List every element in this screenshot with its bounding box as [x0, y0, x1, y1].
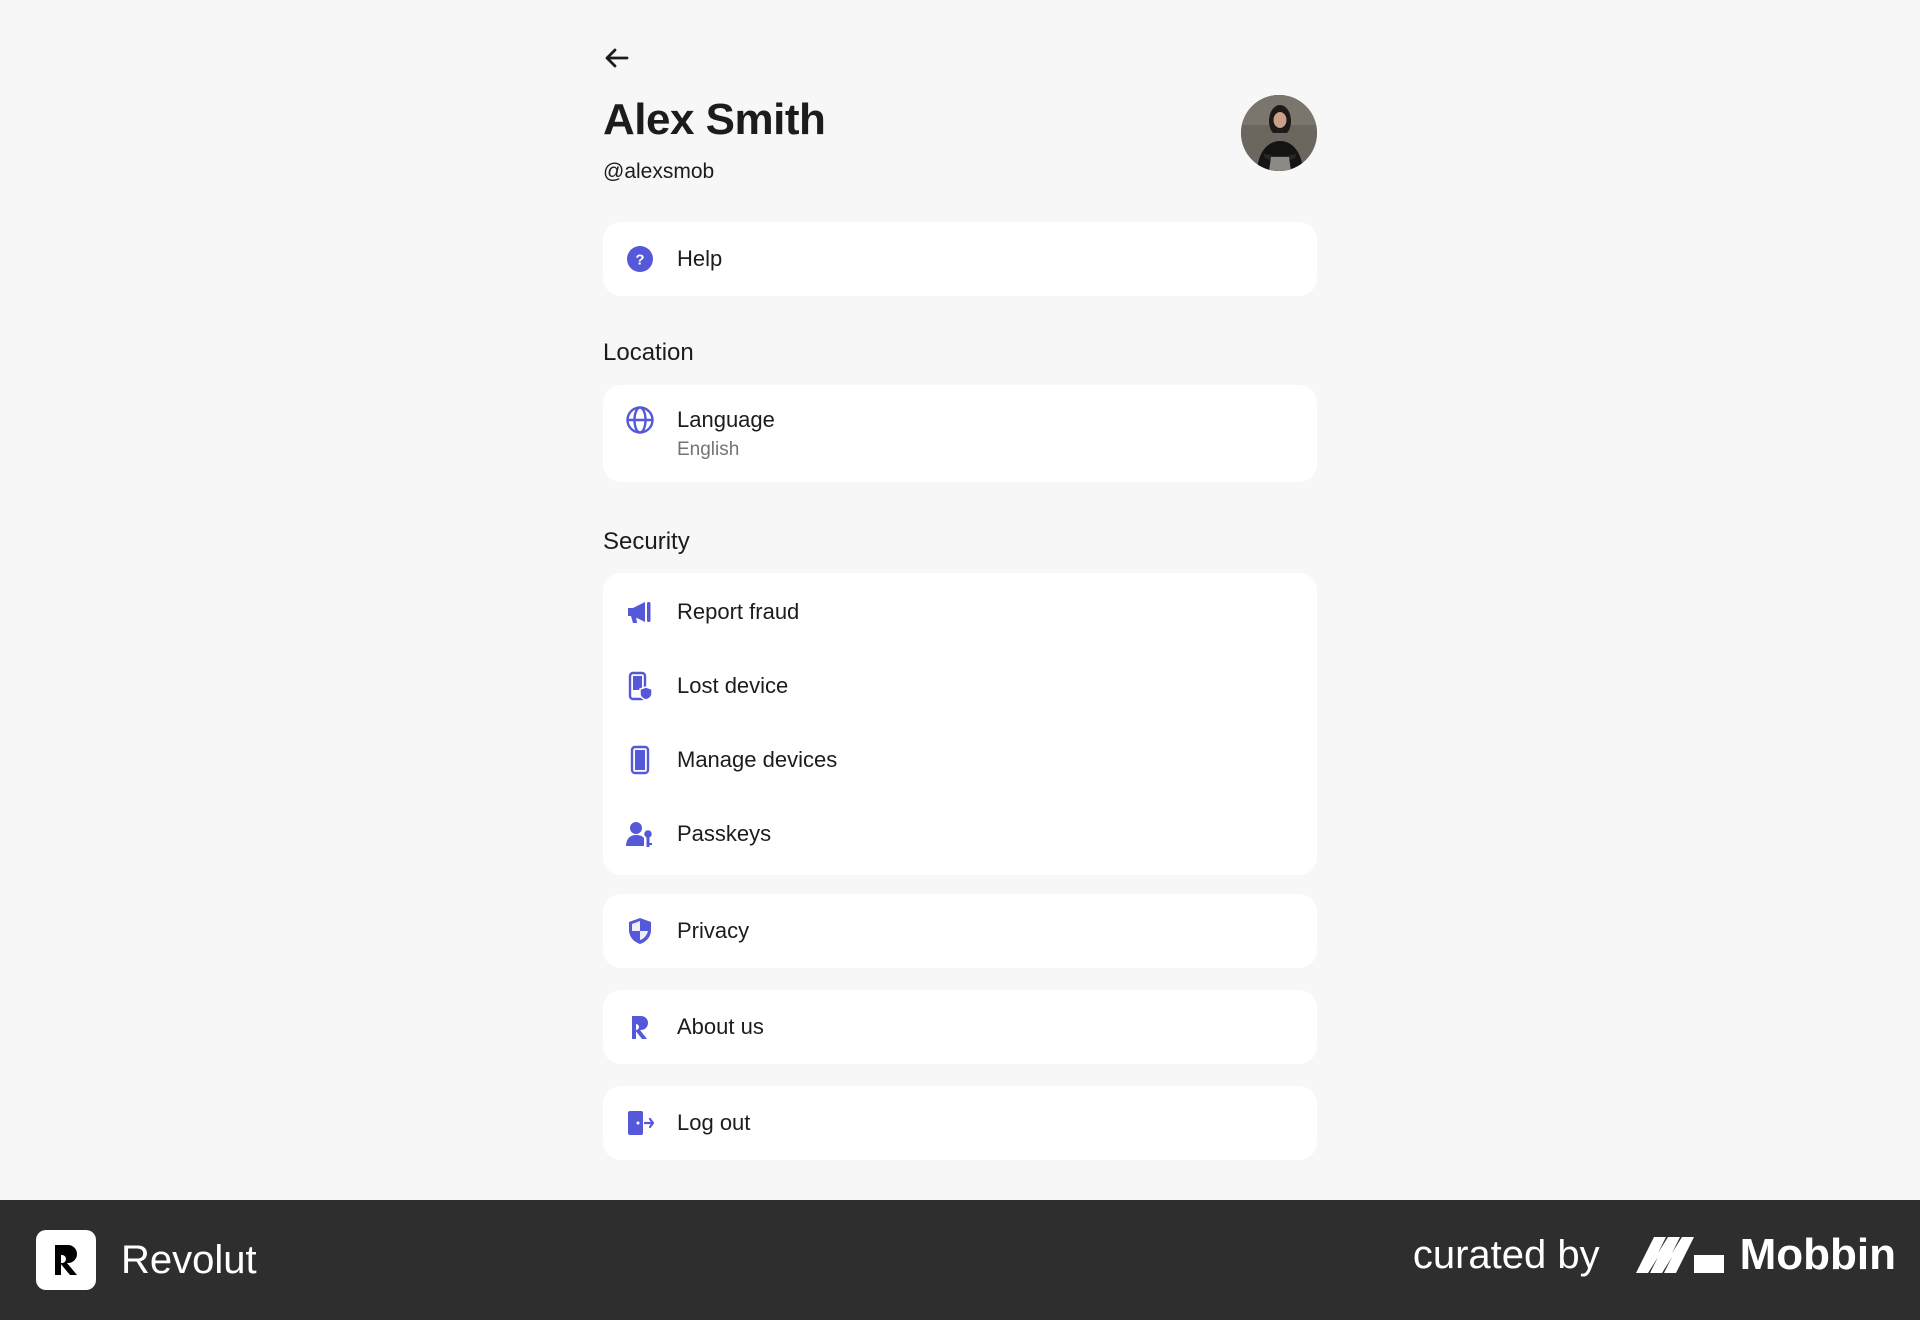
- language-label: Language: [677, 406, 775, 432]
- location-section-title: Location: [603, 339, 694, 366]
- profile-name: Alex Smith: [603, 95, 826, 144]
- brand: Revolut: [36, 1230, 257, 1290]
- language-value: English: [677, 438, 740, 460]
- user-key-icon: [625, 819, 655, 849]
- security-section-title: Security: [603, 528, 690, 555]
- privacy-item[interactable]: Privacy: [603, 894, 1317, 968]
- lost-device-label: Lost device: [677, 673, 789, 698]
- privacy-card: Privacy: [603, 894, 1317, 968]
- brand-name: Revolut: [121, 1237, 257, 1282]
- help-card: ? Help: [603, 222, 1317, 296]
- curated-by: curated by Mobbin: [1413, 1230, 1896, 1280]
- about-card: About us: [603, 990, 1317, 1064]
- mobbin-name: Mobbin: [1739, 1230, 1896, 1279]
- passkeys-label: Passkeys: [677, 821, 772, 846]
- log-out-label: Log out: [677, 1110, 751, 1135]
- svg-text:?: ?: [635, 252, 644, 269]
- door-exit-icon: [625, 1108, 655, 1138]
- passkeys-item[interactable]: Passkeys: [603, 797, 1317, 871]
- globe-icon: [625, 405, 655, 435]
- megaphone-icon: [625, 597, 655, 627]
- lost-device-item[interactable]: Lost device: [603, 649, 1317, 723]
- log-out-item[interactable]: Log out: [603, 1086, 1317, 1160]
- security-card: Report fraud Lost device Manage devices …: [603, 573, 1317, 875]
- question-circle-icon: ?: [625, 244, 655, 274]
- footer-bar: Revolut curated by Mobbin: [0, 1200, 1920, 1320]
- back-button[interactable]: [603, 44, 639, 72]
- privacy-label: Privacy: [677, 918, 750, 943]
- phone-icon: [625, 745, 655, 775]
- profile-handle: @alexsmob: [603, 160, 715, 183]
- help-label: Help: [677, 246, 723, 271]
- logout-card: Log out: [603, 1086, 1317, 1160]
- phone-shield-icon: [625, 671, 655, 701]
- user-photo: [1241, 95, 1317, 171]
- curated-by-text: curated by: [1412, 1232, 1600, 1277]
- manage-devices-item[interactable]: Manage devices: [603, 723, 1317, 797]
- revolut-logo-icon: [36, 1230, 96, 1290]
- location-card: Language English: [603, 385, 1317, 482]
- shield-icon: [625, 916, 655, 946]
- mobbin-logo-icon: [1635, 1237, 1724, 1273]
- manage-devices-label: Manage devices: [677, 747, 838, 772]
- help-item[interactable]: ? Help: [603, 222, 1317, 296]
- avatar[interactable]: [1241, 95, 1317, 171]
- about-us-item[interactable]: About us: [603, 990, 1317, 1064]
- about-us-label: About us: [677, 1014, 764, 1039]
- report-fraud-item[interactable]: Report fraud: [603, 575, 1317, 649]
- report-fraud-label: Report fraud: [677, 599, 800, 624]
- arrow-left-icon: [605, 48, 629, 68]
- revolut-r-icon: [625, 1012, 655, 1042]
- language-item[interactable]: Language English: [603, 385, 1317, 482]
